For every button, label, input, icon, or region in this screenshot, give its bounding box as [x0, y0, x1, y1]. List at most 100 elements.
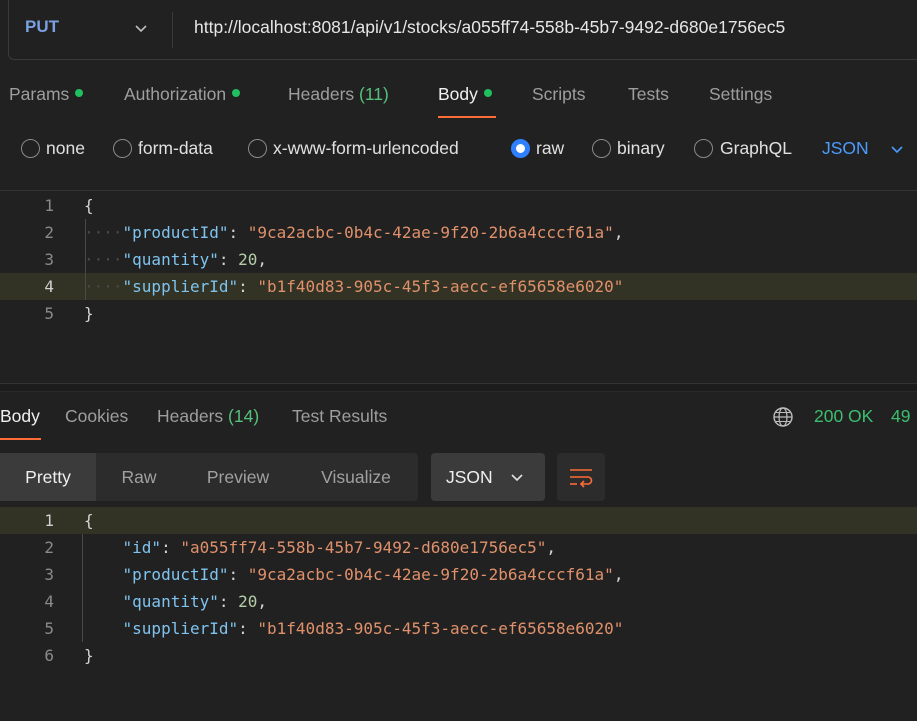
- line-number: 5: [44, 304, 54, 323]
- brace: {: [84, 196, 94, 215]
- code-line-current: 4 ····"supplierId": "b1f40d83-905c-45f3-a…: [0, 273, 917, 300]
- tab-authorization[interactable]: Authorization: [124, 84, 241, 105]
- response-tab-body[interactable]: Body: [0, 406, 40, 427]
- response-body-viewer[interactable]: 1{ 2 "id": "a055ff74-558b-45b7-9492-d680…: [0, 507, 917, 672]
- radio-none[interactable]: [21, 139, 40, 158]
- wrap-lines-icon: [570, 469, 593, 488]
- line-number: 4: [44, 277, 54, 296]
- tab-settings[interactable]: Settings: [709, 84, 772, 105]
- json-value: "a055ff74-558b-45b7-9492-d680e1756ec5": [180, 538, 547, 557]
- active-dot: [232, 89, 241, 97]
- radio-urlencoded[interactable]: [248, 139, 267, 158]
- line-number: 4: [44, 592, 54, 611]
- url-input[interactable]: http://localhost:8081/api/v1/stocks/a055…: [194, 17, 785, 38]
- tab-label: Headers: [157, 406, 224, 426]
- json-key: "supplierId": [122, 277, 239, 296]
- radio-form-data[interactable]: [113, 139, 132, 158]
- url-divider: [172, 12, 173, 48]
- code-line: 4 "quantity": 20,: [0, 588, 917, 615]
- comma: ,: [613, 223, 624, 242]
- chevron-down-icon[interactable]: [889, 141, 905, 157]
- code-line: 2 ····"productId": "9ca2acbc-0b4c-42ae-9f…: [0, 219, 917, 246]
- brace: }: [84, 304, 94, 323]
- json-key: "quantity": [122, 592, 219, 611]
- response-format-label: JSON: [446, 467, 493, 487]
- brace: }: [84, 646, 94, 665]
- line-number: 3: [44, 250, 54, 269]
- view-mode-raw[interactable]: Raw: [96, 453, 182, 501]
- json-key: "quantity": [122, 250, 219, 269]
- comma: ,: [257, 250, 268, 269]
- active-dot: [75, 89, 84, 97]
- code-line-current: 1{: [0, 507, 917, 534]
- comma: ,: [546, 538, 557, 557]
- json-value: "b1f40d83-905c-45f3-aecc-ef65658e6020": [257, 619, 624, 638]
- response-tab-cookies[interactable]: Cookies: [65, 406, 128, 427]
- divider: [0, 190, 917, 191]
- response-tab-test-results[interactable]: Test Results: [292, 406, 387, 427]
- code-line: 5 "supplierId": "b1f40d83-905c-45f3-aecc…: [0, 615, 917, 642]
- chevron-down-icon[interactable]: [133, 20, 149, 36]
- view-mode-preview[interactable]: Preview: [182, 453, 294, 501]
- line-number: 2: [44, 223, 54, 242]
- radio-label-form-data[interactable]: form-data: [138, 138, 213, 159]
- line-number: 6: [44, 646, 54, 665]
- method-select[interactable]: PUT: [25, 17, 59, 37]
- code-line: 2 "id": "a055ff74-558b-45b7-9492-d680e17…: [0, 534, 917, 561]
- code-line: 5}: [0, 300, 917, 327]
- radio-raw[interactable]: [511, 139, 530, 158]
- json-value: "b1f40d83-905c-45f3-aecc-ef65658e6020": [257, 277, 624, 296]
- headers-count: (11): [359, 84, 389, 104]
- request-body-editor[interactable]: 1{ 2 ····"productId": "9ca2acbc-0b4c-42ae…: [0, 192, 917, 327]
- line-number: 3: [44, 565, 54, 584]
- active-tab-underline: [438, 116, 496, 118]
- code-line: 1{: [0, 192, 917, 219]
- comma: ,: [613, 565, 624, 584]
- radio-graphql[interactable]: [694, 139, 713, 158]
- code-line: 6}: [0, 642, 917, 669]
- json-value: "9ca2acbc-0b4c-42ae-9f20-2b6a4cccf61a": [247, 565, 614, 584]
- view-mode-pretty[interactable]: Pretty: [0, 453, 96, 501]
- tab-params[interactable]: Params: [9, 84, 84, 105]
- comma: ,: [257, 592, 268, 611]
- json-value: 20: [238, 250, 258, 269]
- tab-label: Params: [9, 84, 70, 104]
- radio-label-raw[interactable]: raw: [536, 138, 564, 159]
- line-number: 5: [44, 619, 54, 638]
- tab-scripts[interactable]: Scripts: [532, 84, 585, 105]
- json-key: "productId": [122, 565, 229, 584]
- radio-label-graphql[interactable]: GraphQL: [720, 138, 792, 159]
- indent-guide: [82, 534, 83, 642]
- tab-body[interactable]: Body: [438, 84, 492, 105]
- chevron-down-icon[interactable]: [509, 469, 525, 485]
- radio-label-urlencoded[interactable]: x-www-form-urlencoded: [273, 138, 459, 159]
- status-badge: 200 OK: [814, 406, 874, 426]
- json-value: "9ca2acbc-0b4c-42ae-9f20-2b6a4cccf61a": [247, 223, 614, 242]
- line-number: 1: [44, 511, 54, 530]
- response-tab-headers[interactable]: Headers (14): [157, 406, 259, 427]
- indent-guide: [85, 219, 86, 300]
- headers-count: (14): [228, 406, 260, 426]
- tab-label: Body: [438, 84, 478, 104]
- pane-splitter[interactable]: [0, 383, 917, 392]
- tab-tests[interactable]: Tests: [628, 84, 669, 105]
- tab-headers[interactable]: Headers (11): [288, 84, 389, 105]
- radio-label-none[interactable]: none: [46, 138, 85, 159]
- globe-icon[interactable]: [772, 406, 794, 428]
- raw-format-select[interactable]: JSON: [822, 138, 869, 159]
- line-number: 1: [44, 196, 54, 215]
- json-key: "productId": [122, 223, 229, 242]
- json-value: 20: [238, 592, 258, 611]
- radio-binary[interactable]: [592, 139, 611, 158]
- json-key: "id": [122, 538, 162, 557]
- code-line: 3 "productId": "9ca2acbc-0b4c-42ae-9f20-…: [0, 561, 917, 588]
- response-time: 49: [891, 406, 911, 426]
- line-number: 2: [44, 538, 54, 557]
- brace: {: [84, 511, 94, 530]
- radio-label-binary[interactable]: binary: [617, 138, 665, 159]
- view-mode-visualize[interactable]: Visualize: [294, 453, 418, 501]
- active-tab-underline: [0, 438, 41, 440]
- json-key: "supplierId": [122, 619, 239, 638]
- code-line: 3 ····"quantity": 20,: [0, 246, 917, 273]
- active-dot: [483, 89, 492, 97]
